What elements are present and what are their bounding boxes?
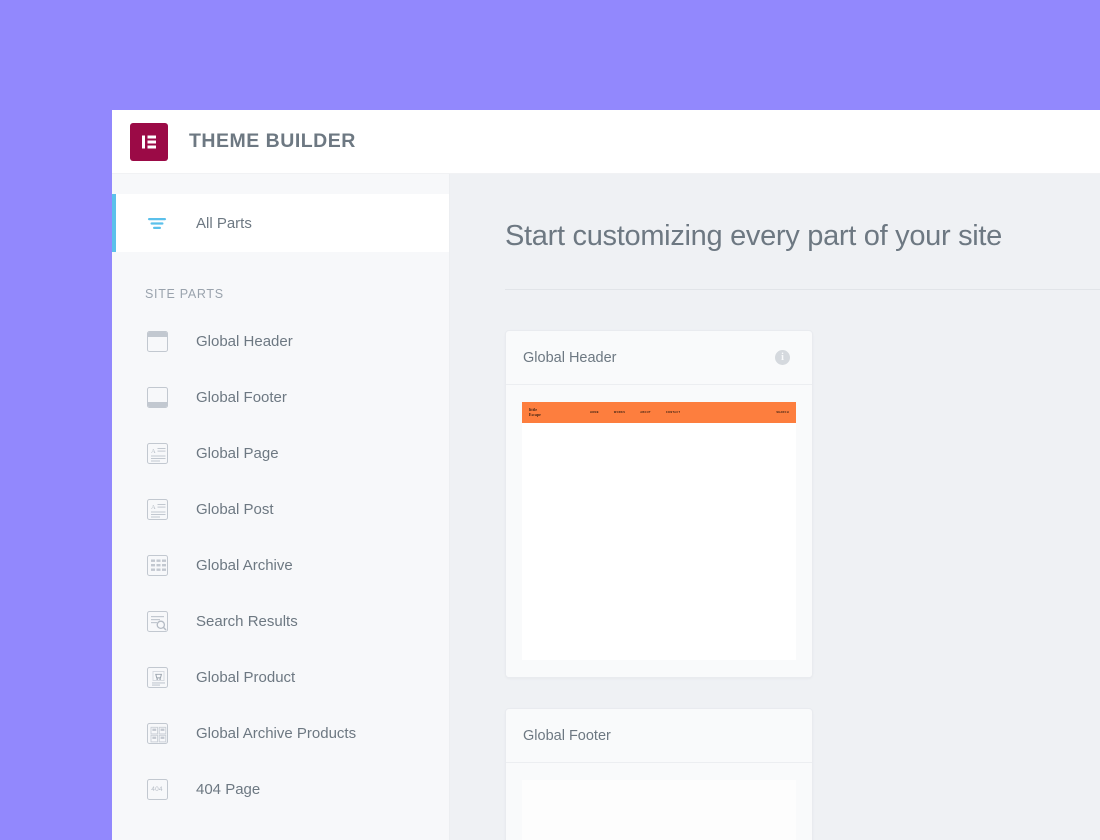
preview-footer-spacer: [522, 780, 796, 840]
card-title: Global Footer: [523, 727, 611, 744]
svg-text:A: A: [151, 448, 156, 455]
sidebar-item-global-page[interactable]: A Global Page: [112, 425, 449, 481]
main-content: Start customizing every part of your sit…: [450, 174, 1100, 840]
sidebar: All Parts SITE PARTS Global Header Globa…: [112, 174, 450, 840]
404-icon: 404: [145, 777, 169, 801]
preview-nav-item: ABOUT: [640, 411, 651, 414]
sidebar-item-label: Global Archive Products: [196, 724, 357, 742]
sidebar-item-label: Search Results: [196, 612, 298, 630]
preview-nav-item: HOME: [589, 411, 599, 414]
preview-global-footer[interactable]: be inspired. sign up → HOMEPAGE TICKETS …: [522, 780, 796, 840]
card-preview-body: be inspired. sign up → HOMEPAGE TICKETS …: [506, 763, 812, 840]
product-grid-icon: [145, 721, 169, 745]
title-divider: [505, 289, 1100, 290]
sidebar-item-label: 404 Page: [196, 780, 261, 798]
card-title: Global Header: [523, 349, 617, 366]
sidebar-item-label: Global Product: [196, 668, 296, 686]
sidebar-item-label: Global Archive: [196, 556, 293, 574]
sidebar-item-404-page[interactable]: 404 404 Page: [112, 761, 449, 817]
sidebar-item-label: All Parts: [196, 214, 252, 232]
card-header: Global Footer: [506, 709, 812, 763]
product-cart-icon: [145, 665, 169, 689]
sidebar-item-label: Global Post: [196, 500, 274, 518]
sidebar-item-label: Global Footer: [196, 388, 287, 406]
filter-icon: [145, 211, 169, 235]
app-topbar: THEME BUILDER: [112, 110, 1100, 174]
preview-global-header[interactable]: little Escape HOME WORKS ABOUT CONTACT S…: [522, 402, 796, 660]
page-title: THEME BUILDER: [189, 130, 356, 152]
sidebar-section-label: SITE PARTS: [145, 287, 224, 301]
theme-builder-window: THEME BUILDER All Parts SITE PARTS Globa…: [112, 110, 1100, 840]
preview-logo: little Escape: [529, 408, 541, 417]
preview-nav-item: CONTACT: [665, 411, 681, 414]
sidebar-item-global-archive[interactable]: Global Archive: [112, 537, 449, 593]
footer-layout-icon: [145, 385, 169, 409]
info-icon[interactable]: i: [775, 350, 790, 365]
post-document-icon: A: [145, 497, 169, 521]
app-body: All Parts SITE PARTS Global Header Globa…: [112, 174, 1100, 840]
sidebar-item-search-results[interactable]: Search Results: [112, 593, 449, 649]
sidebar-item-global-header[interactable]: Global Header: [112, 313, 449, 369]
sidebar-item-all-parts[interactable]: All Parts: [112, 194, 449, 252]
archive-grid-icon: [145, 553, 169, 577]
preview-nav-item: WORKS: [613, 411, 626, 414]
sidebar-item-global-archive-products[interactable]: Global Archive Products: [112, 705, 449, 761]
sidebar-item-global-post[interactable]: A Global Post: [112, 481, 449, 537]
site-parts-grid: Global Header i little Escape HOME WORKS…: [505, 330, 1100, 840]
preview-nav: HOME WORKS ABOUT CONTACT: [590, 411, 680, 414]
preview-header-bar: little Escape HOME WORKS ABOUT CONTACT S…: [522, 402, 796, 423]
page-document-icon: A: [145, 441, 169, 465]
search-results-icon: [145, 609, 169, 633]
sidebar-item-global-product[interactable]: Global Product: [112, 649, 449, 705]
sidebar-item-label: Global Page: [196, 444, 279, 462]
card-preview-body: little Escape HOME WORKS ABOUT CONTACT S…: [506, 385, 812, 677]
card-global-header[interactable]: Global Header i little Escape HOME WORKS…: [505, 330, 813, 678]
sidebar-item-global-footer[interactable]: Global Footer: [112, 369, 449, 425]
preview-nav-right: SEARCH: [776, 411, 789, 414]
header-layout-icon: [145, 329, 169, 353]
main-heading: Start customizing every part of your sit…: [505, 220, 1003, 252]
sidebar-item-label: Global Header: [196, 332, 293, 350]
svg-text:A: A: [151, 504, 156, 511]
card-global-footer[interactable]: Global Footer be inspired. sign up →: [505, 708, 813, 840]
elementor-logo-icon[interactable]: [130, 122, 168, 161]
card-header: Global Header i: [506, 331, 812, 385]
